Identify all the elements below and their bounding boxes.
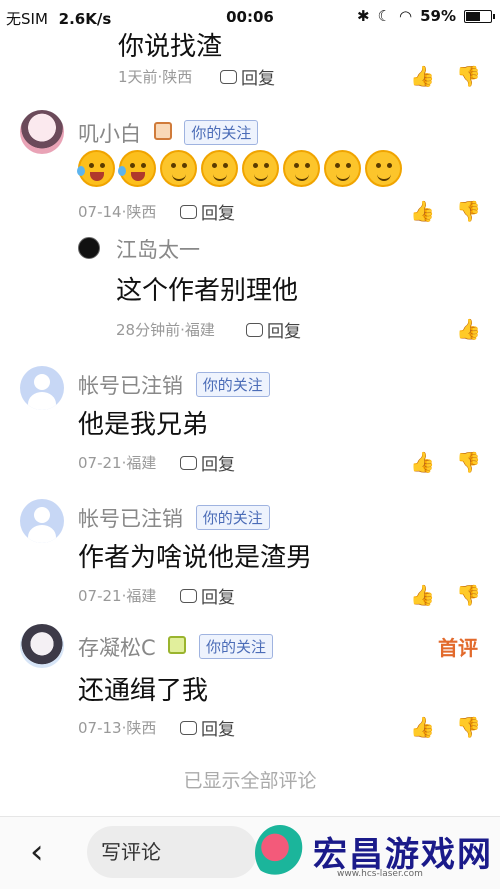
reply-label: 回复 [201,588,235,608]
user-name-text: 存凝松C [78,636,156,660]
tears-of-joy-emoji [118,150,156,187]
battery-icon [464,9,495,23]
dislike-icon[interactable]: 👎 [456,583,481,607]
comment-bubble-icon [180,455,197,470]
comment-meta: 07-21·福建 [78,587,157,605]
user-name[interactable]: 江岛太一 [116,234,200,264]
comment-content: 这个作者别理他 [116,276,299,306]
comment-item: 帐号已注销 你的关注 他是我兄弟 07-21·福建 回复 👍 👎 [0,366,500,476]
battery-percent: 59% [420,7,456,25]
comment-item: 存凝松C 你的关注 首评 还通缉了我 07-13·陕西 回复 👍 👎 [0,624,500,744]
smile-emoji [365,150,402,187]
reply-label: 回复 [241,69,275,89]
smile-emoji [201,150,238,187]
wifi-icon: ◠ [399,7,413,25]
avatar[interactable] [78,237,100,259]
reply-label: 回复 [201,455,235,475]
like-icon[interactable]: 👍 [410,715,435,739]
bottom-bar: ‹ 写评论 宏昌游戏网 www.hcs-laser.com [0,816,500,889]
avatar[interactable] [20,624,64,668]
bluetooth-icon: ✱ [356,7,370,25]
like-icon[interactable]: 👍 [410,199,435,223]
level-badge-icon [168,636,187,654]
comment-item: 你说找渣 1天前·陕西 回复 👍 👎 [0,26,500,96]
comment-item: 帐号已注销 你的关注 作者为啥说他是渣男 07-21·福建 回复 👍 👎 [0,499,500,609]
moon-icon: ☾ [377,7,391,25]
comment-meta: 07-14·陕西 [78,203,157,221]
first-comment-tag: 首评 [438,636,478,660]
all-comments-shown: 已显示全部评论 [183,770,317,792]
reply-label: 回复 [201,720,235,740]
comment-input[interactable]: 写评论 [87,826,257,878]
comment-bubble-icon [220,69,237,84]
reply-button[interactable]: 回复 [180,583,235,608]
comment-bubble-icon [180,588,197,603]
comment-bubble-icon [180,720,197,735]
watermark-logo: 宏昌游戏网 www.hcs-laser.com [255,825,500,885]
smile-emoji [242,150,279,187]
reply-button[interactable]: 回复 [220,64,275,89]
avatar[interactable] [20,366,64,410]
comment-content: 你说找渣 [118,32,223,62]
comment-meta: 07-21·福建 [78,454,157,472]
dislike-icon[interactable]: 👎 [456,199,481,223]
reply-button[interactable]: 回复 [180,715,235,740]
watermark-url: www.hcs-laser.com [337,869,423,879]
comment-content: 还通缉了我 [78,676,209,706]
avatar[interactable] [20,110,64,154]
comment-content: 他是我兄弟 [78,410,209,440]
comment-meta: 28分钟前·福建 [116,321,215,339]
user-name-text: 帐号已注销 [78,374,183,398]
dislike-icon[interactable]: 👎 [456,64,481,88]
user-name[interactable]: 帐号已注销 你的关注 [78,503,270,533]
smile-emoji [160,150,197,187]
user-name-text: 叽小白 [78,122,141,146]
dislike-icon[interactable]: 👎 [456,715,481,739]
watermark-logo-icon [255,825,305,881]
dislike-icon[interactable]: 👎 [456,450,481,474]
comment-content: 作者为啥说他是渣男 [78,543,313,573]
follow-badge: 你的关注 [195,505,270,530]
like-icon[interactable]: 👍 [410,583,435,607]
comment-bubble-icon [180,204,197,219]
like-icon[interactable]: 👍 [410,450,435,474]
tears-of-joy-emoji [77,150,115,187]
user-name[interactable]: 帐号已注销 你的关注 [78,370,270,400]
reply-label: 回复 [201,204,235,224]
level-badge-icon [153,122,172,140]
comment-item: 叽小白 你的关注 07-14·陕西 回复 👍 👎 [0,110,500,225]
comment-meta: 1天前·陕西 [118,68,193,86]
comment-meta: 07-13·陕西 [78,719,157,737]
follow-badge: 你的关注 [195,372,270,397]
comment-bubble-icon [246,322,263,337]
follow-badge: 你的关注 [199,634,274,659]
reply-label: 回复 [267,322,301,342]
smile-emoji [283,150,320,187]
status-right: ✱ ☾ ◠ 59% [356,7,495,25]
like-icon[interactable]: 👍 [456,317,481,341]
follow-badge: 你的关注 [184,120,259,145]
user-name-text: 帐号已注销 [78,507,183,531]
smile-emoji [324,150,361,187]
reply-button[interactable]: 回复 [246,317,301,342]
avatar[interactable] [20,499,64,543]
back-icon[interactable]: ‹ [30,835,44,869]
user-name[interactable]: 存凝松C 你的关注 [78,632,274,662]
like-icon[interactable]: 👍 [410,64,435,88]
reply-button[interactable]: 回复 [180,199,235,224]
emoji-row [77,150,402,187]
user-name[interactable]: 叽小白 你的关注 [78,118,259,148]
reply-button[interactable]: 回复 [180,450,235,475]
reply-item: 江岛太一 这个作者别理他 28分钟前·福建 回复 👍 [0,234,500,344]
